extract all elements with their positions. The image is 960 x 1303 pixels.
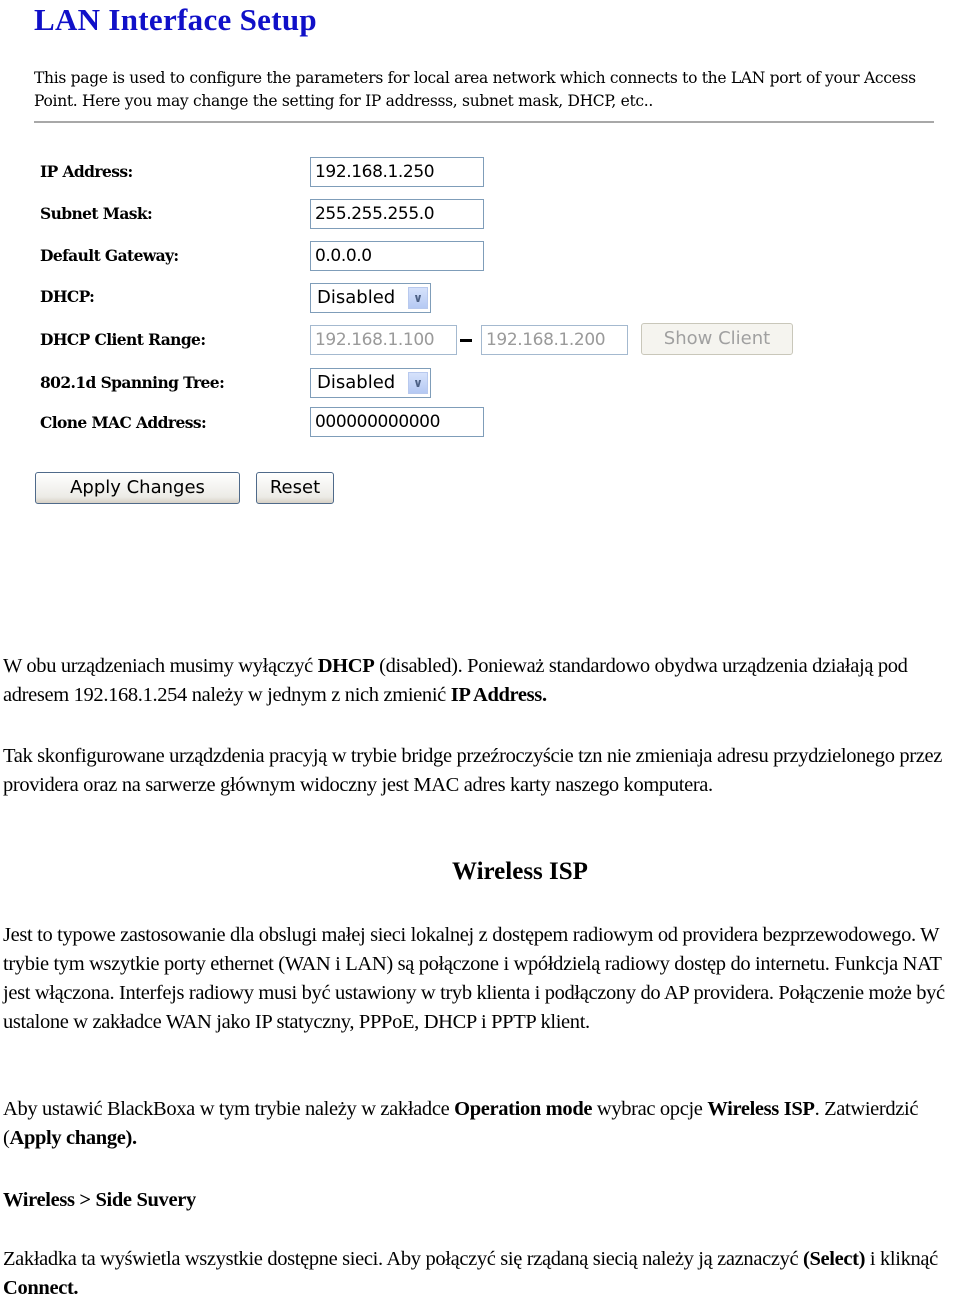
divider <box>34 121 934 123</box>
text: Aby ustawić BlackBoxa w tym trybie należ… <box>3 1098 455 1120</box>
subnet-mask-label: Subnet Mask: <box>40 204 153 223</box>
dhcp-range-end-input[interactable] <box>481 325 628 355</box>
dhcp-range-start-input[interactable] <box>310 325 457 355</box>
paragraph-operation-mode: Aby ustawić BlackBoxa w tym trybie należ… <box>3 1095 960 1153</box>
bold-text: Connect. <box>3 1277 79 1299</box>
paragraph-dhcp: W obu urządzeniach musimy wyłączyć DHCP … <box>3 652 960 710</box>
apply-changes-button[interactable]: Apply Changes <box>35 472 240 504</box>
menu-path: Wireless > Side Suvery <box>3 1189 196 1211</box>
spanning-tree-select-value: Disabled <box>317 372 396 393</box>
clone-mac-label: Clone MAC Address: <box>40 413 207 432</box>
page-title: LAN Interface Setup <box>34 2 317 37</box>
bold-text: Apply change). <box>9 1127 137 1149</box>
bold-text: Wireless ISP <box>707 1098 815 1120</box>
paragraph-bridge: Tak skonfigurowane urządzdenia pracyją w… <box>3 745 942 796</box>
show-client-button[interactable]: Show Client <box>641 323 793 355</box>
default-gateway-label: Default Gateway: <box>40 246 179 265</box>
range-separator <box>460 339 472 342</box>
section-heading: Wireless ISP <box>452 858 588 885</box>
clone-mac-input[interactable] <box>310 407 484 437</box>
spanning-tree-select[interactable]: Disabled ∨ <box>310 368 431 398</box>
ip-address-input[interactable] <box>310 157 484 187</box>
subnet-mask-input[interactable] <box>310 199 484 229</box>
dhcp-select-value: Disabled <box>317 287 396 308</box>
spanning-tree-label: 802.1d Spanning Tree: <box>40 373 225 392</box>
dhcp-label: DHCP: <box>40 287 95 306</box>
chevron-down-icon[interactable]: ∨ <box>408 287 428 309</box>
bold-text: Operation mode <box>454 1098 593 1120</box>
bold-text: DHCP <box>317 655 375 677</box>
text: wybrac opcje <box>592 1098 708 1120</box>
dhcp-client-range-label: DHCP Client Range: <box>40 330 206 349</box>
bold-text: IP Address. <box>450 684 547 706</box>
bold-text: (Select) <box>803 1248 866 1270</box>
reset-button[interactable]: Reset <box>256 472 334 504</box>
paragraph-site-survey: Zakładka ta wyświetla wszystkie dostępne… <box>3 1245 960 1303</box>
text: i kliknąć <box>865 1248 938 1270</box>
default-gateway-input[interactable] <box>310 241 484 271</box>
chevron-down-icon[interactable]: ∨ <box>408 372 428 394</box>
text: Zakładka ta wyświetla wszystkie dostępne… <box>3 1248 803 1270</box>
paragraph-wireless-isp: Jest to typowe zastosowanie dla obslugi … <box>3 924 945 1033</box>
ip-address-label: IP Address: <box>40 162 133 181</box>
dhcp-select[interactable]: Disabled ∨ <box>310 283 431 313</box>
text: W obu urządzeniach musimy wyłączyć <box>3 655 318 677</box>
page-description: This page is used to configure the param… <box>34 69 916 110</box>
